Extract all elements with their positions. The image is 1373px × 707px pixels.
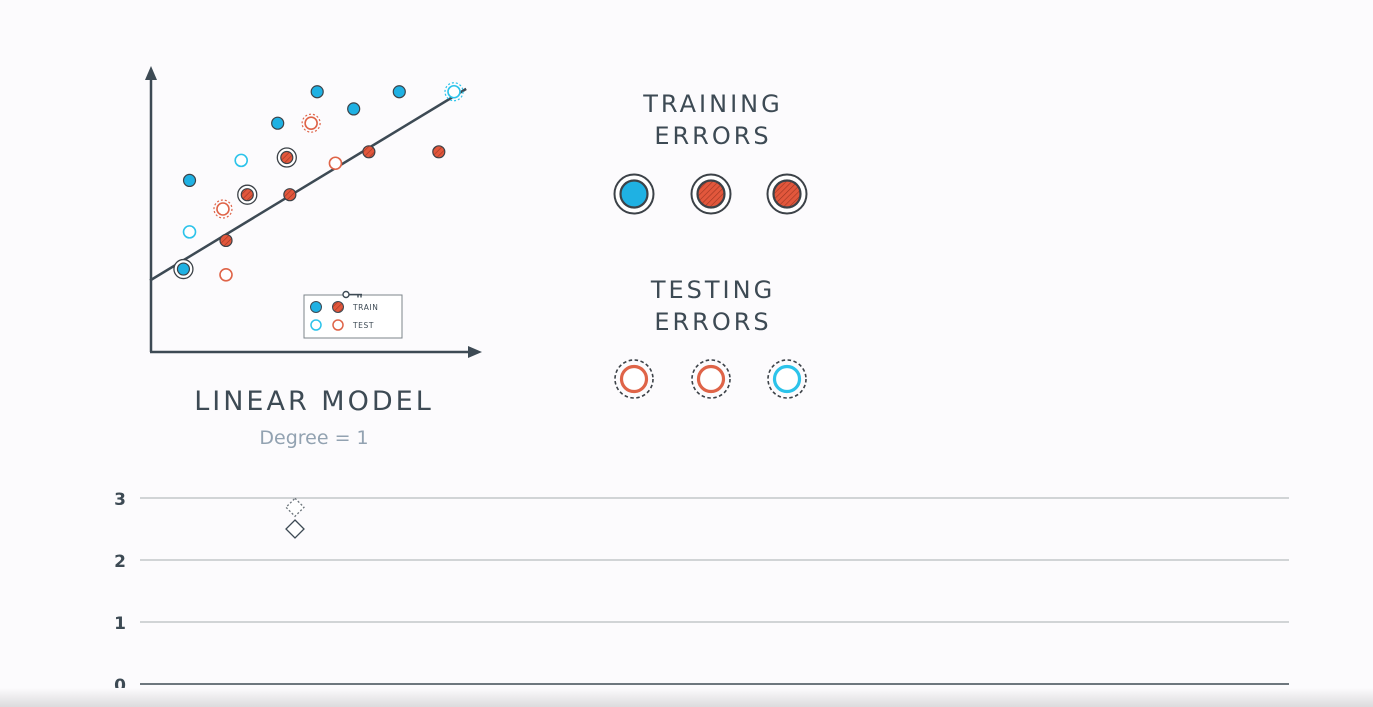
training-errors-title-line2: ERRORS xyxy=(654,122,771,150)
legend-train-label: TRAIN xyxy=(352,303,378,312)
legend-test-blue-dot xyxy=(310,319,322,331)
scatter-point-test-red xyxy=(213,199,233,219)
scatter-point-train-red xyxy=(362,145,376,159)
score-diamond-dashed xyxy=(285,497,305,518)
scatter-point-train-blue xyxy=(271,116,285,130)
train-point-dot xyxy=(392,85,406,99)
model-degree: Degree = 1 xyxy=(259,427,368,449)
training-error-marker-red xyxy=(690,173,732,215)
training-error-markers xyxy=(613,173,808,215)
train-point-dot xyxy=(271,116,285,130)
legend-box xyxy=(303,294,403,339)
scatter-point-train-blue xyxy=(392,85,406,99)
test-point-dot xyxy=(216,202,230,216)
scatter-point-train-blue xyxy=(182,173,197,187)
scatter-point-test-blue xyxy=(234,153,248,168)
train-point-dot xyxy=(362,145,376,159)
scatter-point-test-blue xyxy=(182,225,197,239)
train-point-dot xyxy=(283,188,297,202)
linear-model-diagram: TRAIN TEST LINEAR MODEL Degree = 1 TRAIN… xyxy=(114,66,1289,696)
scatter-point-train-red xyxy=(237,184,258,205)
train-point-dot xyxy=(219,233,233,248)
scatter-point-test-blue xyxy=(444,82,464,102)
scatter-point-train-blue xyxy=(347,102,361,116)
score-diamond-solid xyxy=(285,519,305,539)
y-tick-label: 2 xyxy=(114,552,126,572)
testing-error-marker-red xyxy=(691,359,731,399)
y-tick-label: 1 xyxy=(114,614,126,634)
train-point-dot xyxy=(280,150,294,165)
training-error-marker-blue xyxy=(613,173,655,215)
scatter-y-arrow xyxy=(145,66,157,80)
testing-error-marker-red xyxy=(614,359,654,399)
scatter-point-train-red xyxy=(283,188,297,202)
training-error-marker-red xyxy=(766,173,808,215)
train-point-dot xyxy=(432,145,446,159)
score-points xyxy=(285,497,305,539)
model-title: LINEAR MODEL xyxy=(194,386,434,417)
train-point-dot xyxy=(176,262,191,276)
testing-error-markers xyxy=(614,359,807,399)
training-errors-title-line1: TRAINING xyxy=(642,90,782,118)
testing-errors-title-line2: ERRORS xyxy=(654,308,771,336)
scatter-point-test-red xyxy=(328,156,343,171)
test-point-dot xyxy=(447,84,461,99)
testing-errors-title-line1: TESTING xyxy=(650,276,775,304)
scatter-legend: TRAIN TEST xyxy=(303,290,403,339)
legend-test-label: TEST xyxy=(352,321,374,330)
scatter-point-train-red xyxy=(276,147,297,168)
scatter-point-train-red xyxy=(432,145,446,159)
scatter-point-test-red xyxy=(301,113,321,133)
scatter-point-train-red xyxy=(219,233,233,248)
train-point-dot xyxy=(182,173,197,187)
train-point-dot xyxy=(347,102,361,116)
test-point-dot xyxy=(182,225,197,239)
y-tick-label: 3 xyxy=(114,490,126,510)
scatter-point-test-red xyxy=(219,267,233,282)
score-axis: 0123 xyxy=(114,490,1289,696)
scatter-point-train-blue xyxy=(173,258,194,280)
train-point-dot xyxy=(310,85,324,99)
legend-train-blue-dot xyxy=(310,301,322,313)
train-point-dot xyxy=(240,188,254,202)
scatter-x-arrow xyxy=(468,346,482,358)
test-point-dot xyxy=(304,116,318,130)
test-point-dot xyxy=(234,153,248,168)
legend-train-red-dot xyxy=(332,301,344,313)
bottom-shadow xyxy=(0,688,1373,707)
test-point-dot xyxy=(328,156,343,171)
scatter-point-train-blue xyxy=(310,85,324,99)
legend-test-red-dot xyxy=(332,319,344,331)
scatter-points xyxy=(173,82,464,282)
testing-error-marker-blue xyxy=(767,359,807,399)
test-point-dot xyxy=(219,267,233,282)
